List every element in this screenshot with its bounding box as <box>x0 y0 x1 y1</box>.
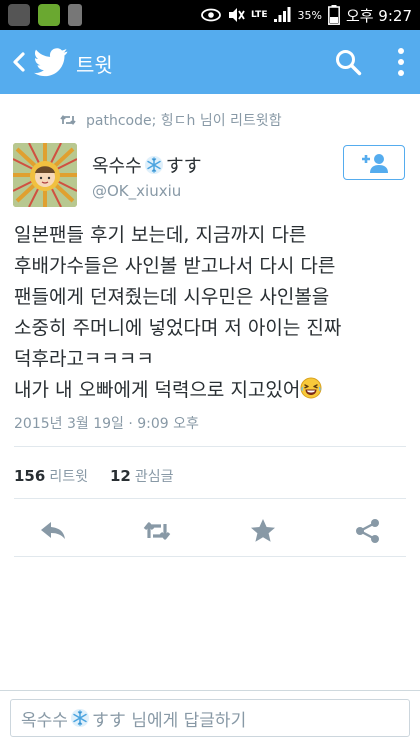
search-icon[interactable] <box>334 48 362 76</box>
notification-app-icon <box>8 4 30 26</box>
retweet-context: pathcode; 힝ㄷh 님이 리트윗함 <box>60 110 282 130</box>
reply-input[interactable]: 옥수수 すす 님에게 답글하기 <box>10 699 410 737</box>
notification-phone-icon <box>68 4 82 26</box>
avatar-image <box>13 143 77 207</box>
laughing-emoji-icon <box>300 377 322 399</box>
author-handle[interactable]: @OK_xiuxiu <box>92 182 181 200</box>
favorites-count[interactable]: 12 <box>110 467 131 485</box>
retweets-count[interactable]: 156 <box>14 467 45 485</box>
divider <box>14 498 406 499</box>
signal-icon <box>274 7 291 22</box>
share-icon[interactable] <box>353 516 383 546</box>
retweets-label[interactable]: 리트윗 <box>49 466 88 486</box>
reply-placeholder-name2: すす <box>91 710 126 731</box>
eye-icon <box>201 8 221 22</box>
author-name-part1: 옥수수 <box>92 156 142 177</box>
retweet-context-text: pathcode; 힝ㄷh 님이 리트윗함 <box>86 113 282 129</box>
retweet-icon <box>60 115 76 125</box>
battery-icon <box>327 5 340 25</box>
page-title: 트윗 <box>76 55 113 77</box>
snowflake-icon <box>70 709 89 727</box>
twitter-bird-icon <box>34 48 68 77</box>
divider <box>14 446 406 447</box>
tweet-line: 일본팬들 후기 보는데, 지금까지 다른 <box>14 224 307 246</box>
favorites-label[interactable]: 관심글 <box>135 466 174 486</box>
clock: 오후 9:27 <box>345 6 412 25</box>
tweet-line: 내가 내 오빠에게 덕력으로 지고있어 <box>14 379 301 401</box>
author-name-part2: すす <box>165 156 202 177</box>
author-name[interactable]: 옥수수 すす <box>92 152 202 178</box>
tweet-text: 일본팬들 후기 보는데, 지금까지 다른 후배가수들은 사인볼 받고나서 다시 … <box>14 220 414 406</box>
tweet-actions <box>0 510 420 550</box>
tweet-last-line: 내가 내 오빠에게 덕력으로 지고있어 <box>14 375 414 406</box>
reply-placeholder-suffix: 님에게 답글하기 <box>125 710 247 731</box>
add-user-icon <box>362 153 388 173</box>
reply-placeholder-name1: 옥수수 <box>21 710 68 731</box>
tweet-line: 덕후라고ㅋㅋㅋㅋ <box>14 348 154 370</box>
reply-icon[interactable] <box>38 516 68 546</box>
tweet-line: 후배가수들은 사인볼 받고나서 다시 다른 <box>14 255 336 277</box>
reply-bar: 옥수수 すす 님에게 답글하기 <box>0 690 420 746</box>
mute-icon <box>228 8 245 22</box>
tweet-line: 팬들에게 던져줬는데 시우민은 사인볼을 <box>14 286 330 308</box>
notification-app-icon <box>38 4 60 26</box>
battery-percent: 35% <box>297 8 322 22</box>
back-arrow-icon[interactable] <box>8 50 30 74</box>
more-vertical-icon[interactable] <box>396 46 406 78</box>
divider <box>14 556 406 557</box>
snowflake-icon <box>144 156 163 174</box>
network-type: LTE <box>250 9 268 20</box>
tweet-stats: 156 리트윗 12 관심글 <box>14 466 173 486</box>
avatar[interactable] <box>13 143 77 207</box>
favorite-star-icon[interactable] <box>248 516 278 546</box>
app-bar: 트윗 <box>0 30 420 94</box>
status-bar: LTE 35% 오후 9:27 <box>0 0 420 30</box>
tweet-line: 소중히 주머니에 넣었다며 저 아이는 진짜 <box>14 317 342 339</box>
retweet-icon[interactable] <box>142 516 172 546</box>
tweet-timestamp: 2015년 3월 19일 · 9:09 오후 <box>14 416 199 432</box>
follow-button[interactable] <box>343 145 405 180</box>
